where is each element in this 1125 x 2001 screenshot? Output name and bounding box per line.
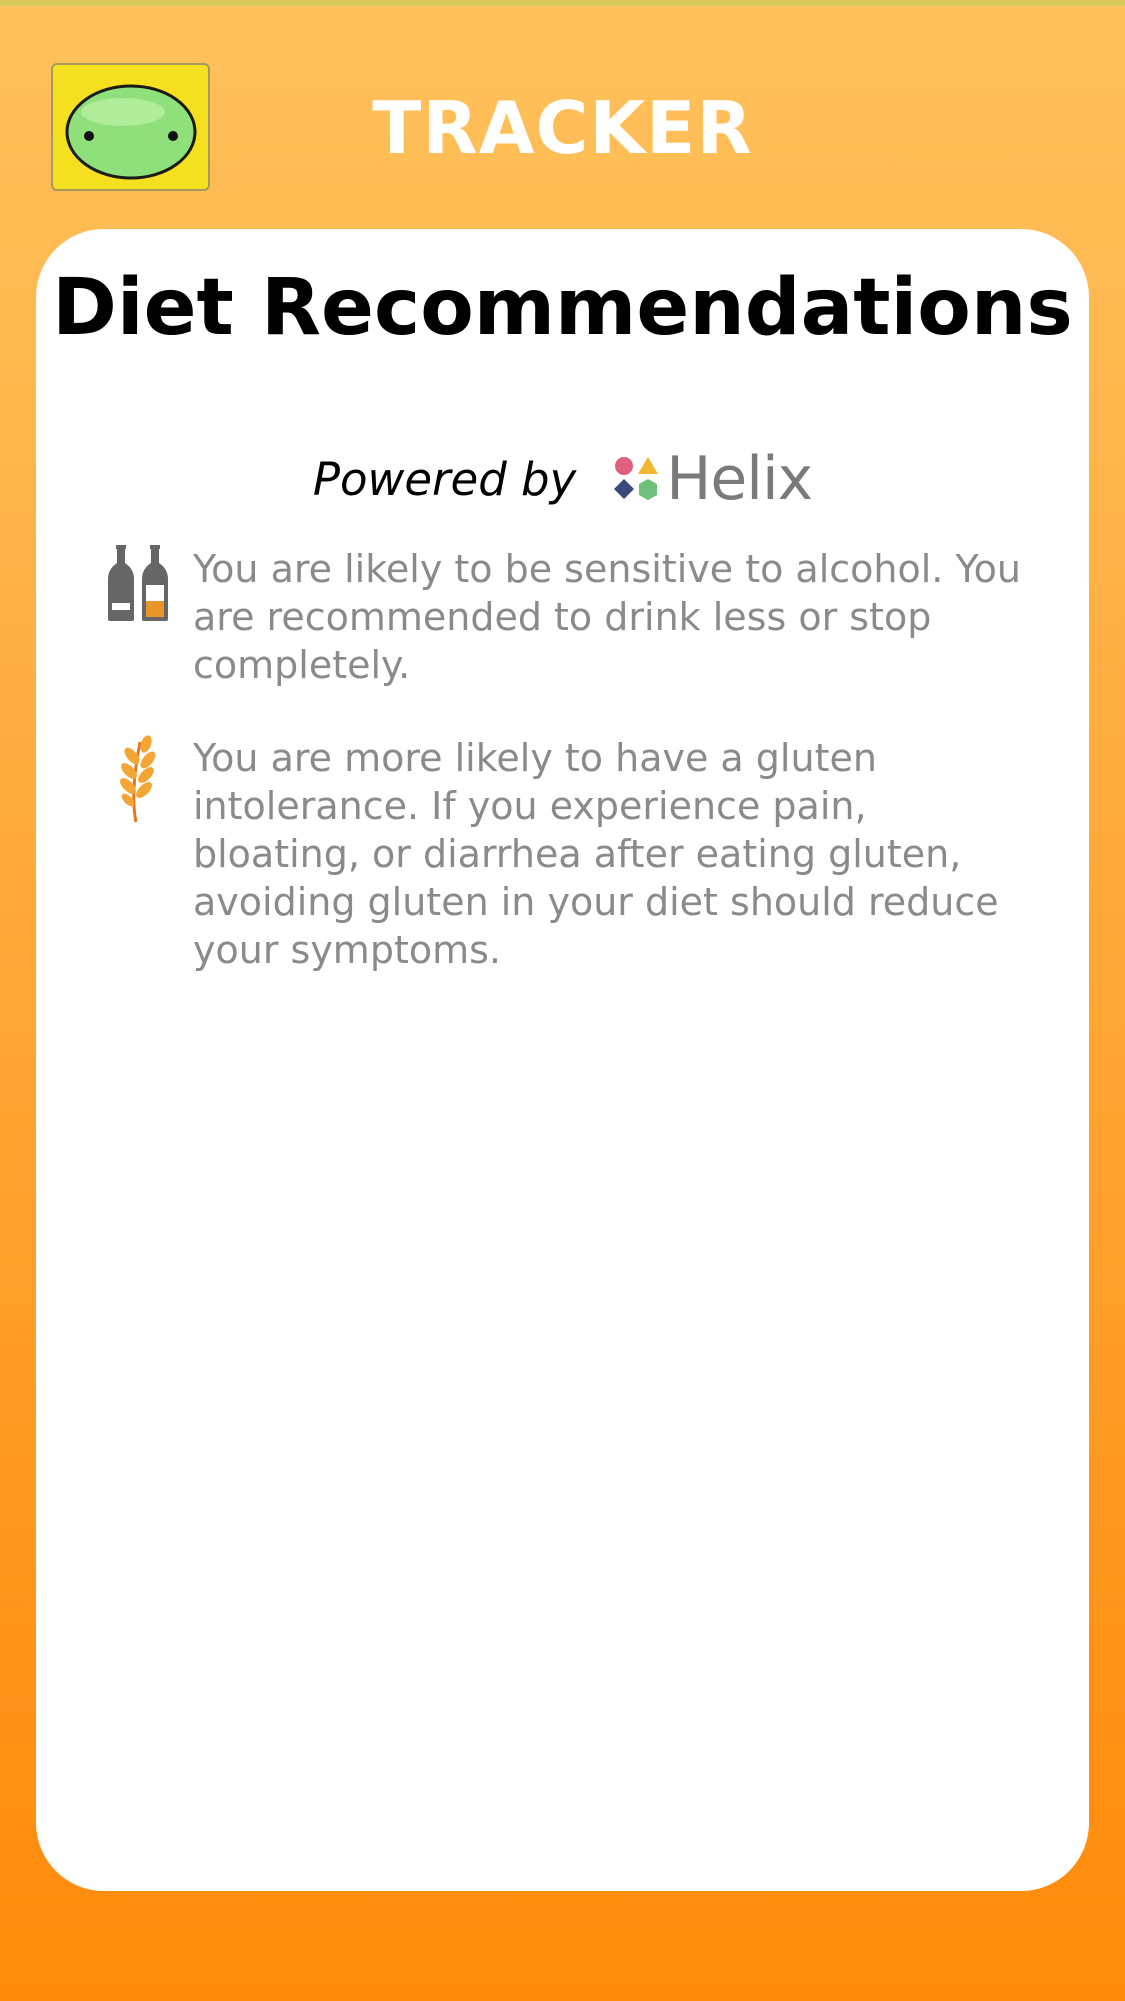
recommendation-text: You are more likely to have a gluten int… <box>193 736 999 972</box>
powered-by-label: Powered by <box>312 452 577 506</box>
diet-recommendations-card: Diet Recommendations Powered by Helix Yo… <box>36 229 1089 1891</box>
status-strip <box>0 0 1125 6</box>
powered-by-row: Powered by Helix <box>36 444 1089 514</box>
helix-brand-name: Helix <box>666 444 813 514</box>
helix-logo: Helix <box>612 444 813 514</box>
card-title: Diet Recommendations <box>52 263 1073 353</box>
helix-logo-icon <box>614 457 659 500</box>
avatar-button[interactable] <box>51 63 210 191</box>
green-blob-icon <box>65 84 197 180</box>
app-title: TRACKER <box>372 86 753 170</box>
wine-bottles-icon <box>106 545 170 629</box>
wheat-icon <box>106 734 170 828</box>
recommendation-text: You are likely to be sensitive to alcoho… <box>193 547 1021 687</box>
